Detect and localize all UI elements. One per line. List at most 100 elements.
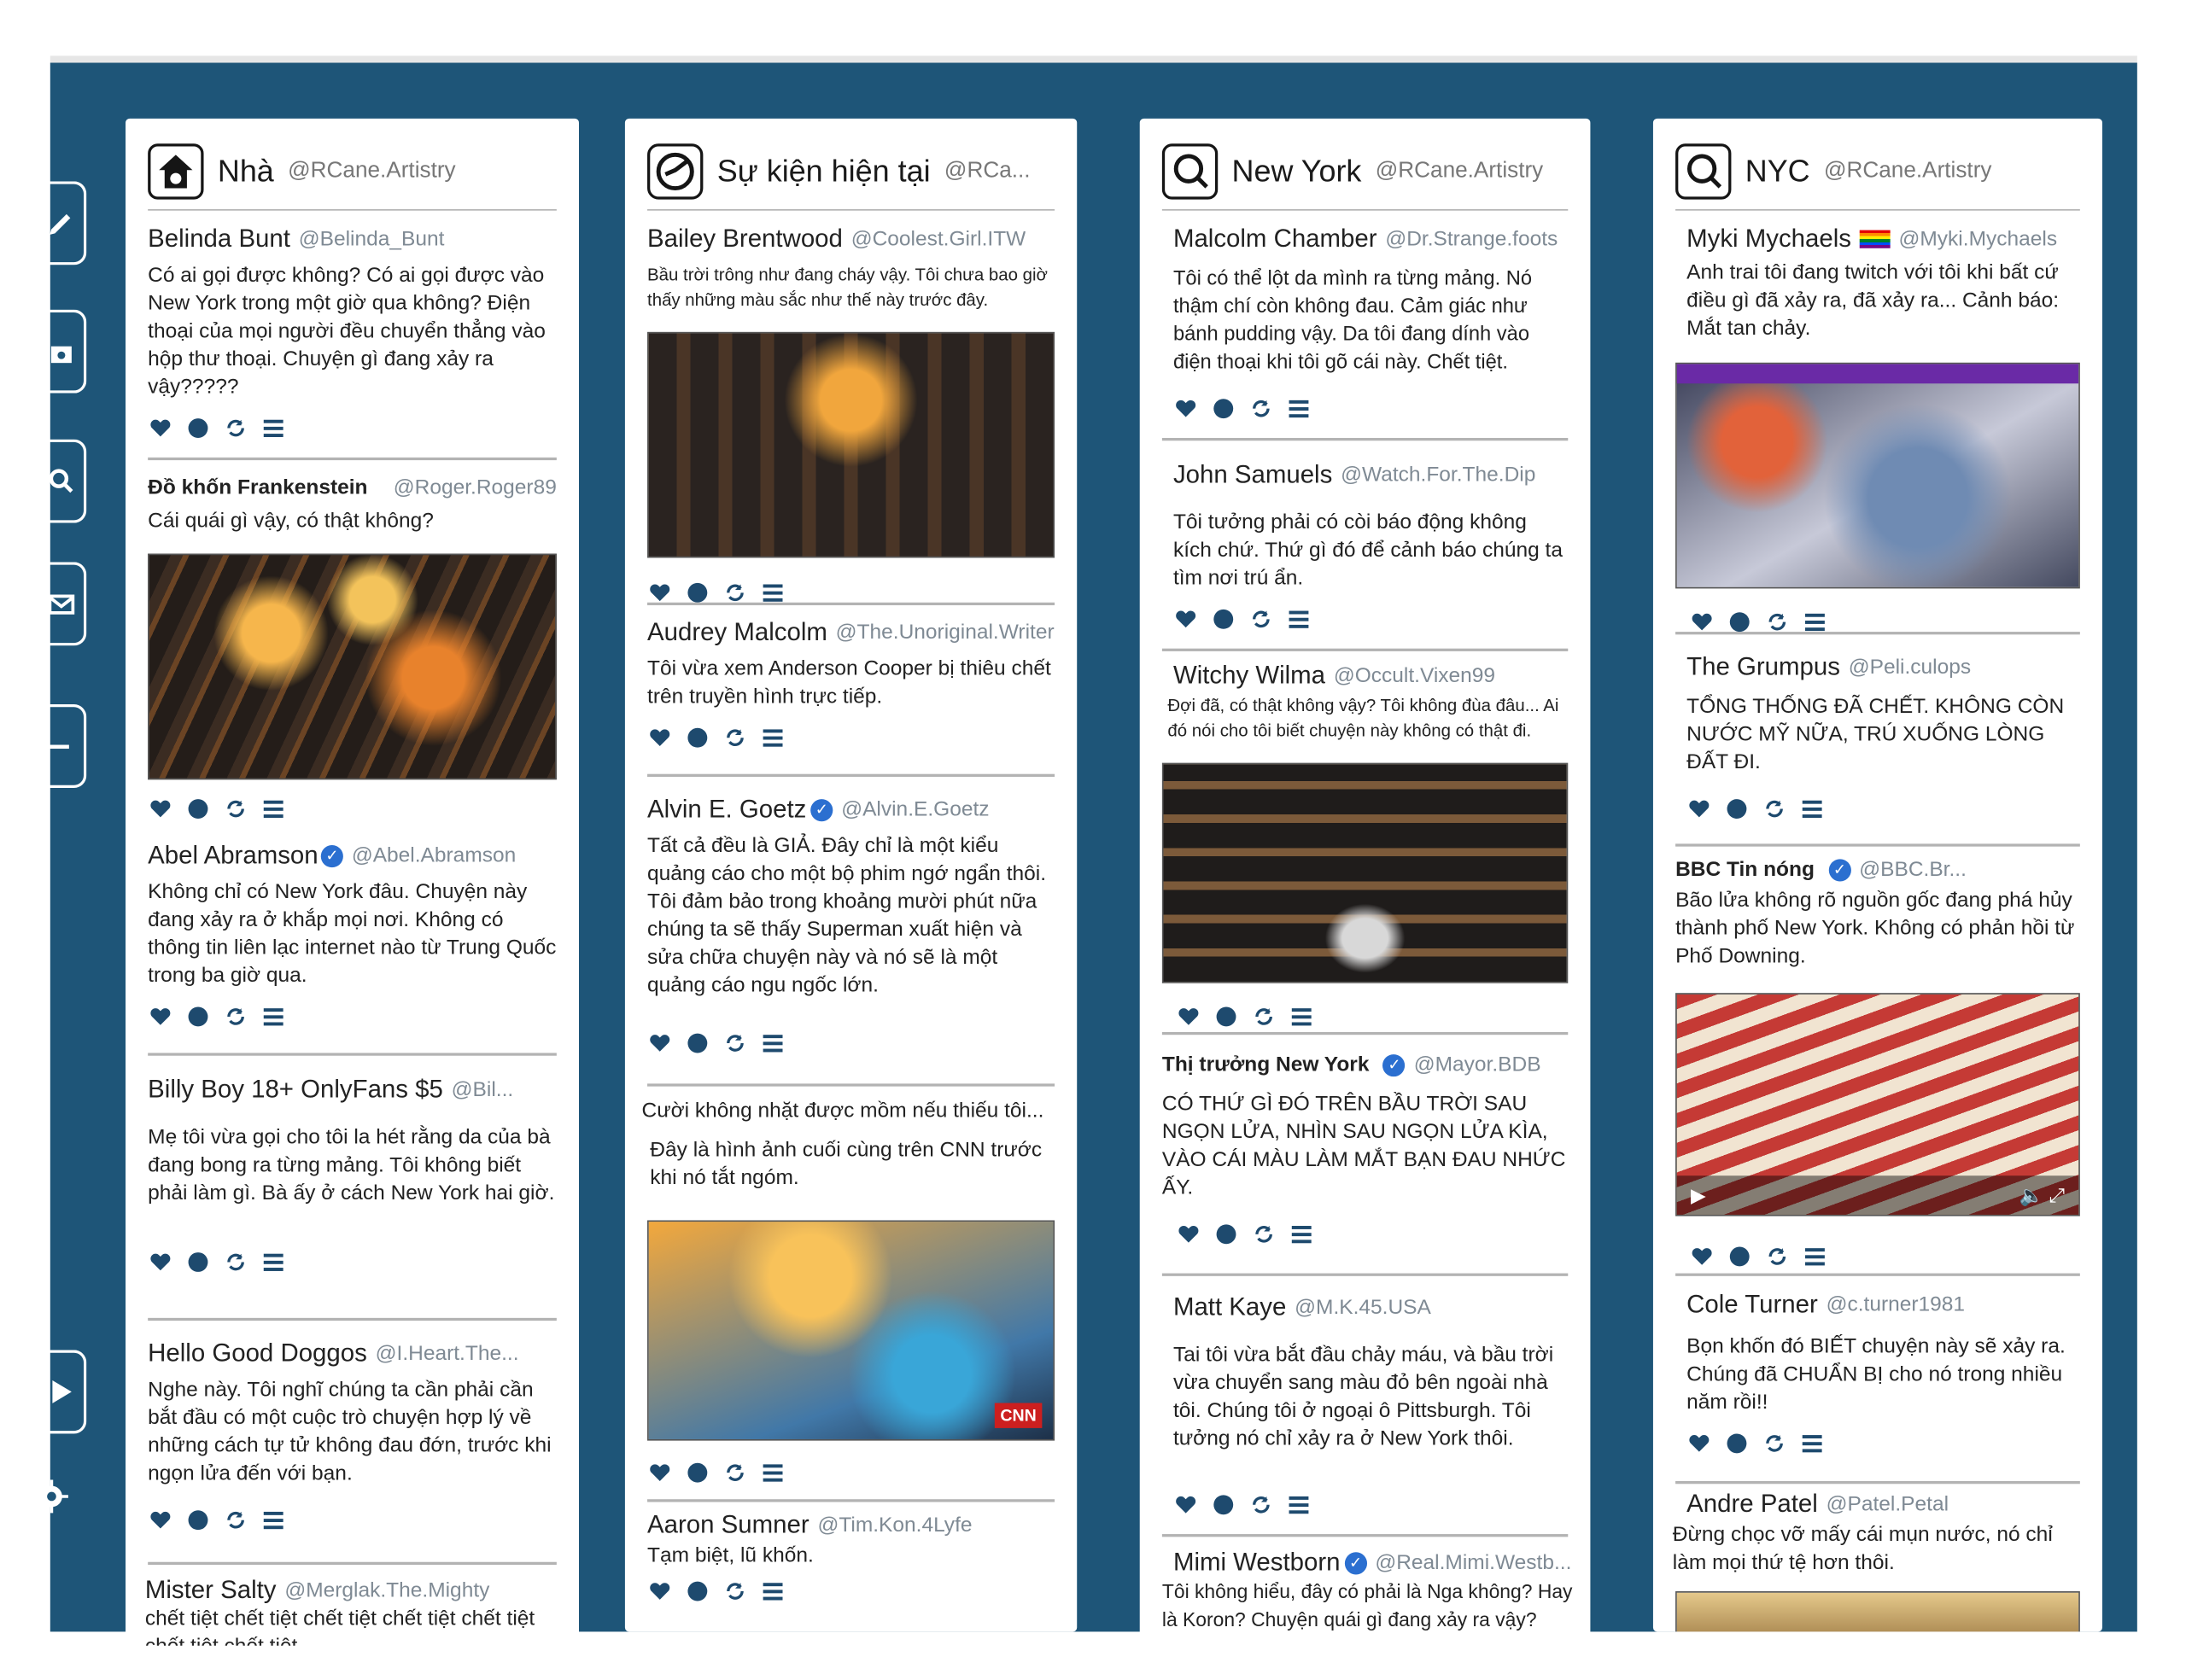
like-icon[interactable]: [647, 726, 672, 750]
retweet-icon[interactable]: [1762, 796, 1786, 821]
tweet-author[interactable]: Myki Mychaels: [1686, 225, 1851, 254]
reply-icon[interactable]: [185, 416, 210, 440]
tweet-handle[interactable]: @Real.Mimi.Westb...: [1375, 1551, 1571, 1575]
like-icon[interactable]: [148, 1004, 172, 1029]
tweet-handle[interactable]: @BBC.Br...: [1859, 858, 1967, 882]
tweet-handle[interactable]: @Coolest.Girl.ITW: [851, 227, 1026, 251]
tweet-image[interactable]: [148, 553, 557, 780]
tweet-author[interactable]: Cole Turner: [1686, 1290, 1818, 1319]
tweet-image[interactable]: CNN: [647, 1220, 1055, 1441]
tweet-handle[interactable]: @Roger.Roger89: [394, 475, 557, 499]
tweet[interactable]: BBC Tin nóng ✓ @BBC.Br... Bão lửa không rõ…: [1675, 858, 2080, 971]
retweet-icon[interactable]: [223, 1508, 248, 1532]
tweet-author[interactable]: BBC Tin nóng: [1675, 858, 1815, 882]
tweet-handle[interactable]: @Occult.Vixen99: [1334, 664, 1495, 688]
tweet[interactable]: Andre Patel @Patel.Petal Đừng chọc vỡ mấy…: [1673, 1490, 2080, 1578]
menu-icon[interactable]: [1803, 1244, 1827, 1269]
sidebar-expand[interactable]: [38, 1350, 87, 1434]
tweet[interactable]: Mister Salty @Merglak.The.Mighty chết tiệ…: [145, 1576, 570, 1646]
tweet-handle[interactable]: @Alvin.E.Goetz: [841, 797, 989, 821]
reply-icon[interactable]: [1211, 396, 1236, 421]
tweet-author[interactable]: Andre Patel: [1686, 1490, 1818, 1519]
retweet-icon[interactable]: [722, 1030, 747, 1055]
menu-icon[interactable]: [1289, 1004, 1314, 1029]
like-icon[interactable]: [647, 1460, 672, 1485]
menu-icon[interactable]: [1289, 1222, 1314, 1246]
tweet-video[interactable]: ▶ 🔈 ⤢: [1675, 993, 2080, 1216]
like-icon[interactable]: [647, 1030, 672, 1055]
like-icon[interactable]: [647, 1578, 672, 1603]
reply-icon[interactable]: [685, 1030, 710, 1055]
tweet-handle[interactable]: @Merglak.The.Mighty: [284, 1578, 489, 1602]
like-icon[interactable]: [148, 416, 172, 440]
tweet-author[interactable]: Mimi Westborn: [1173, 1548, 1341, 1577]
like-icon[interactable]: [1176, 1004, 1201, 1029]
tweet-handle[interactable]: @Watch.For.The.Dip: [1341, 463, 1535, 487]
like-icon[interactable]: [1176, 1222, 1201, 1246]
tweet-author[interactable]: Billy Boy 18+ OnlyFans $5: [148, 1076, 443, 1105]
tweet[interactable]: Belinda Bunt @Belinda_Bunt Có ai gọi được…: [148, 225, 557, 440]
retweet-icon[interactable]: [722, 1578, 747, 1603]
tweet[interactable]: Matt Kaye @M.K.45.USA Tai tôi vừa bắt đầu…: [1173, 1292, 1568, 1517]
tweet-handle[interactable]: @I.Heart.The...: [376, 1342, 519, 1366]
menu-icon[interactable]: [1286, 607, 1311, 632]
tweet-handle[interactable]: @M.K.45.USA: [1295, 1296, 1431, 1320]
menu-icon[interactable]: [760, 726, 785, 750]
retweet-icon[interactable]: [1251, 1004, 1276, 1029]
reply-icon[interactable]: [185, 1250, 210, 1275]
tweet[interactable]: Aaron Sumner @Tim.Kon.4Lyfe Tạm biệt, lũ …: [647, 1510, 1055, 1603]
tweet-author[interactable]: Đồ khốn Frankenstein: [148, 475, 367, 499]
menu-icon[interactable]: [1799, 796, 1824, 821]
reply-icon[interactable]: [685, 1460, 710, 1485]
tweet-handle[interactable]: @Patel.Petal: [1827, 1492, 1949, 1516]
like-icon[interactable]: [1173, 1492, 1198, 1517]
tweet-author[interactable]: Audrey Malcolm: [647, 618, 827, 647]
tweet-handle[interactable]: @Tim.Kon.4Lyfe: [817, 1514, 972, 1537]
tweet-author[interactable]: Abel Abramson: [148, 841, 318, 870]
sidebar-add-column[interactable]: [38, 704, 87, 789]
sidebar-compose[interactable]: [38, 181, 87, 265]
retweet-icon[interactable]: [1248, 607, 1273, 632]
reply-icon[interactable]: [1213, 1004, 1238, 1029]
retweet-icon[interactable]: [722, 580, 747, 605]
tweet-image[interactable]: [1675, 1591, 2080, 1632]
like-icon[interactable]: [1686, 796, 1711, 821]
retweet-icon[interactable]: [722, 1460, 747, 1485]
menu-icon[interactable]: [760, 580, 785, 605]
reply-icon[interactable]: [1724, 1431, 1749, 1455]
tweet[interactable]: The Grumpus @Peli.culops TỔNG THỐNG ĐÃ CH…: [1686, 653, 2080, 822]
tweet-handle[interactable]: @Belinda_Bunt: [299, 227, 445, 251]
retweet-icon[interactable]: [223, 416, 248, 440]
tweet-handle[interactable]: @Mayor.BDB: [1414, 1053, 1541, 1076]
volume-icon[interactable]: 🔈 ⤢: [2019, 1183, 2065, 1207]
tweet[interactable]: Đồ khốn Frankenstein @Roger.Roger89 Cái q…: [148, 475, 557, 535]
like-icon[interactable]: [1689, 1244, 1714, 1269]
tweet-author[interactable]: Bailey Brentwood: [647, 225, 843, 254]
tweet-author[interactable]: Aaron Sumner: [647, 1510, 810, 1539]
tweet-image[interactable]: [647, 331, 1055, 558]
menu-icon[interactable]: [1803, 610, 1827, 634]
reply-icon[interactable]: [685, 580, 710, 605]
tweet[interactable]: Witchy Wilma @Occult.Vixen99 Đợi đã, có t…: [1167, 661, 1568, 743]
tweet-handle[interactable]: @Bil...: [452, 1078, 514, 1102]
retweet-icon[interactable]: [1251, 1222, 1276, 1246]
tweet-handle[interactable]: @c.turner1981: [1827, 1292, 1965, 1316]
tweet-author[interactable]: The Grumpus: [1686, 653, 1840, 682]
tweet-video[interactable]: [1675, 362, 2080, 589]
tweet-handle[interactable]: @Peli.culops: [1849, 656, 1971, 680]
tweet[interactable]: Cười không nhặt được mồm nếu thiếu tôi..…: [642, 1099, 1055, 1192]
menu-icon[interactable]: [760, 1578, 785, 1603]
tweet[interactable]: Myki Mychaels @Myki.Mychaels Anh trai tôi…: [1686, 225, 2080, 343]
reply-icon[interactable]: [1727, 1244, 1752, 1269]
tweet[interactable]: Bailey Brentwood @Coolest.Girl.ITW Bầu tr…: [647, 225, 1055, 312]
like-icon[interactable]: [148, 796, 172, 821]
reply-icon[interactable]: [185, 796, 210, 821]
reply-icon[interactable]: [1211, 1492, 1236, 1517]
retweet-icon[interactable]: [1248, 1492, 1273, 1517]
tweet-handle[interactable]: @Abel.Abramson: [352, 843, 516, 867]
tweet[interactable]: Billy Boy 18+ OnlyFans $5 @Bil... Mẹ tôi …: [148, 1076, 557, 1275]
reply-icon[interactable]: [1724, 796, 1749, 821]
retweet-icon[interactable]: [223, 796, 248, 821]
tweet[interactable]: Alvin E. Goetz ✓ @Alvin.E.Goetz Tất cả đều…: [647, 795, 1055, 1056]
reply-icon[interactable]: [685, 726, 710, 750]
